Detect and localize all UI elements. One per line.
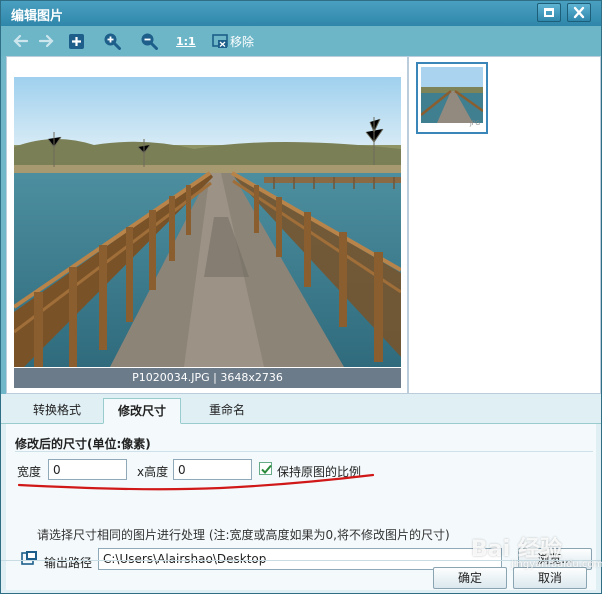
output-path-label: 输出路径 bbox=[44, 556, 93, 570]
resize-note: 请选择尺寸相同的图片进行处理 (注:宽度或高度如果为0,将不修改图片的尺寸) bbox=[37, 528, 450, 542]
actual-size-button[interactable]: 1:1 bbox=[176, 32, 196, 50]
close-icon bbox=[573, 6, 585, 19]
forward-button[interactable] bbox=[38, 32, 54, 50]
tab-bar: 转换格式 修改尺寸 重命名 bbox=[1, 394, 601, 424]
keep-ratio-checkbox[interactable] bbox=[259, 462, 272, 475]
preview-image bbox=[14, 77, 401, 367]
cancel-button[interactable]: 取消 bbox=[513, 567, 587, 589]
plus-square-icon bbox=[69, 33, 84, 49]
width-label: 宽度 bbox=[17, 465, 42, 479]
maximize-button[interactable] bbox=[537, 3, 561, 22]
title-bar: 编辑图片 bbox=[1, 1, 601, 26]
remove-label: 移除 bbox=[230, 34, 255, 49]
image-preview-panel: P1020034.JPG | 3648x2736 bbox=[6, 56, 408, 394]
zoom-out-button[interactable] bbox=[140, 32, 158, 50]
height-input[interactable] bbox=[173, 459, 252, 480]
back-button[interactable] bbox=[13, 32, 29, 50]
edit-image-window: 编辑图片 1:1 移除 P1020034.JPG | 3648x2736 JPG… bbox=[0, 0, 602, 594]
height-label: x高度 bbox=[137, 465, 169, 479]
keep-ratio-label: 保持原图的比例 bbox=[277, 465, 362, 479]
thumbnail-format-badge: JPG bbox=[469, 120, 480, 127]
width-input[interactable] bbox=[48, 459, 127, 480]
baidu-watermark: Bai 经验 jingyan.baidu.com bbox=[471, 531, 602, 570]
add-image-button[interactable] bbox=[68, 32, 85, 50]
tab-resize[interactable]: 修改尺寸 bbox=[103, 398, 182, 424]
zoom-out-icon bbox=[141, 33, 158, 50]
remove-button[interactable]: 移除 bbox=[212, 32, 254, 50]
thumbnail-item[interactable]: JPG bbox=[416, 62, 488, 134]
resize-section-title: 修改后的尺寸(单位:像素) bbox=[15, 437, 151, 451]
watermark-sub: jingyan.baidu.com bbox=[511, 559, 602, 570]
arrow-right-icon bbox=[38, 34, 54, 48]
tab-rename[interactable]: 重命名 bbox=[195, 398, 259, 424]
remove-icon bbox=[212, 33, 228, 48]
folder-icon bbox=[21, 550, 38, 568]
arrow-left-icon bbox=[13, 34, 29, 48]
zoom-in-button[interactable] bbox=[103, 32, 121, 50]
thumbnail-image: JPG bbox=[421, 67, 483, 129]
maximize-icon bbox=[544, 8, 554, 17]
window-title: 编辑图片 bbox=[11, 9, 64, 24]
image-caption: P1020034.JPG | 3648x2736 bbox=[132, 371, 283, 384]
close-button[interactable] bbox=[567, 3, 591, 22]
section-divider bbox=[15, 451, 593, 452]
thumbnail-panel: JPG bbox=[408, 56, 601, 394]
ok-button[interactable]: 确定 bbox=[433, 567, 507, 589]
zoom-in-icon bbox=[104, 33, 121, 50]
toolbar: 1:1 移除 bbox=[1, 26, 601, 56]
image-caption-bar: P1020034.JPG | 3648x2736 bbox=[14, 368, 401, 388]
actual-size-label: 1:1 bbox=[176, 34, 196, 48]
tab-convert-format[interactable]: 转换格式 bbox=[19, 398, 95, 424]
checkmark-icon bbox=[261, 464, 272, 474]
